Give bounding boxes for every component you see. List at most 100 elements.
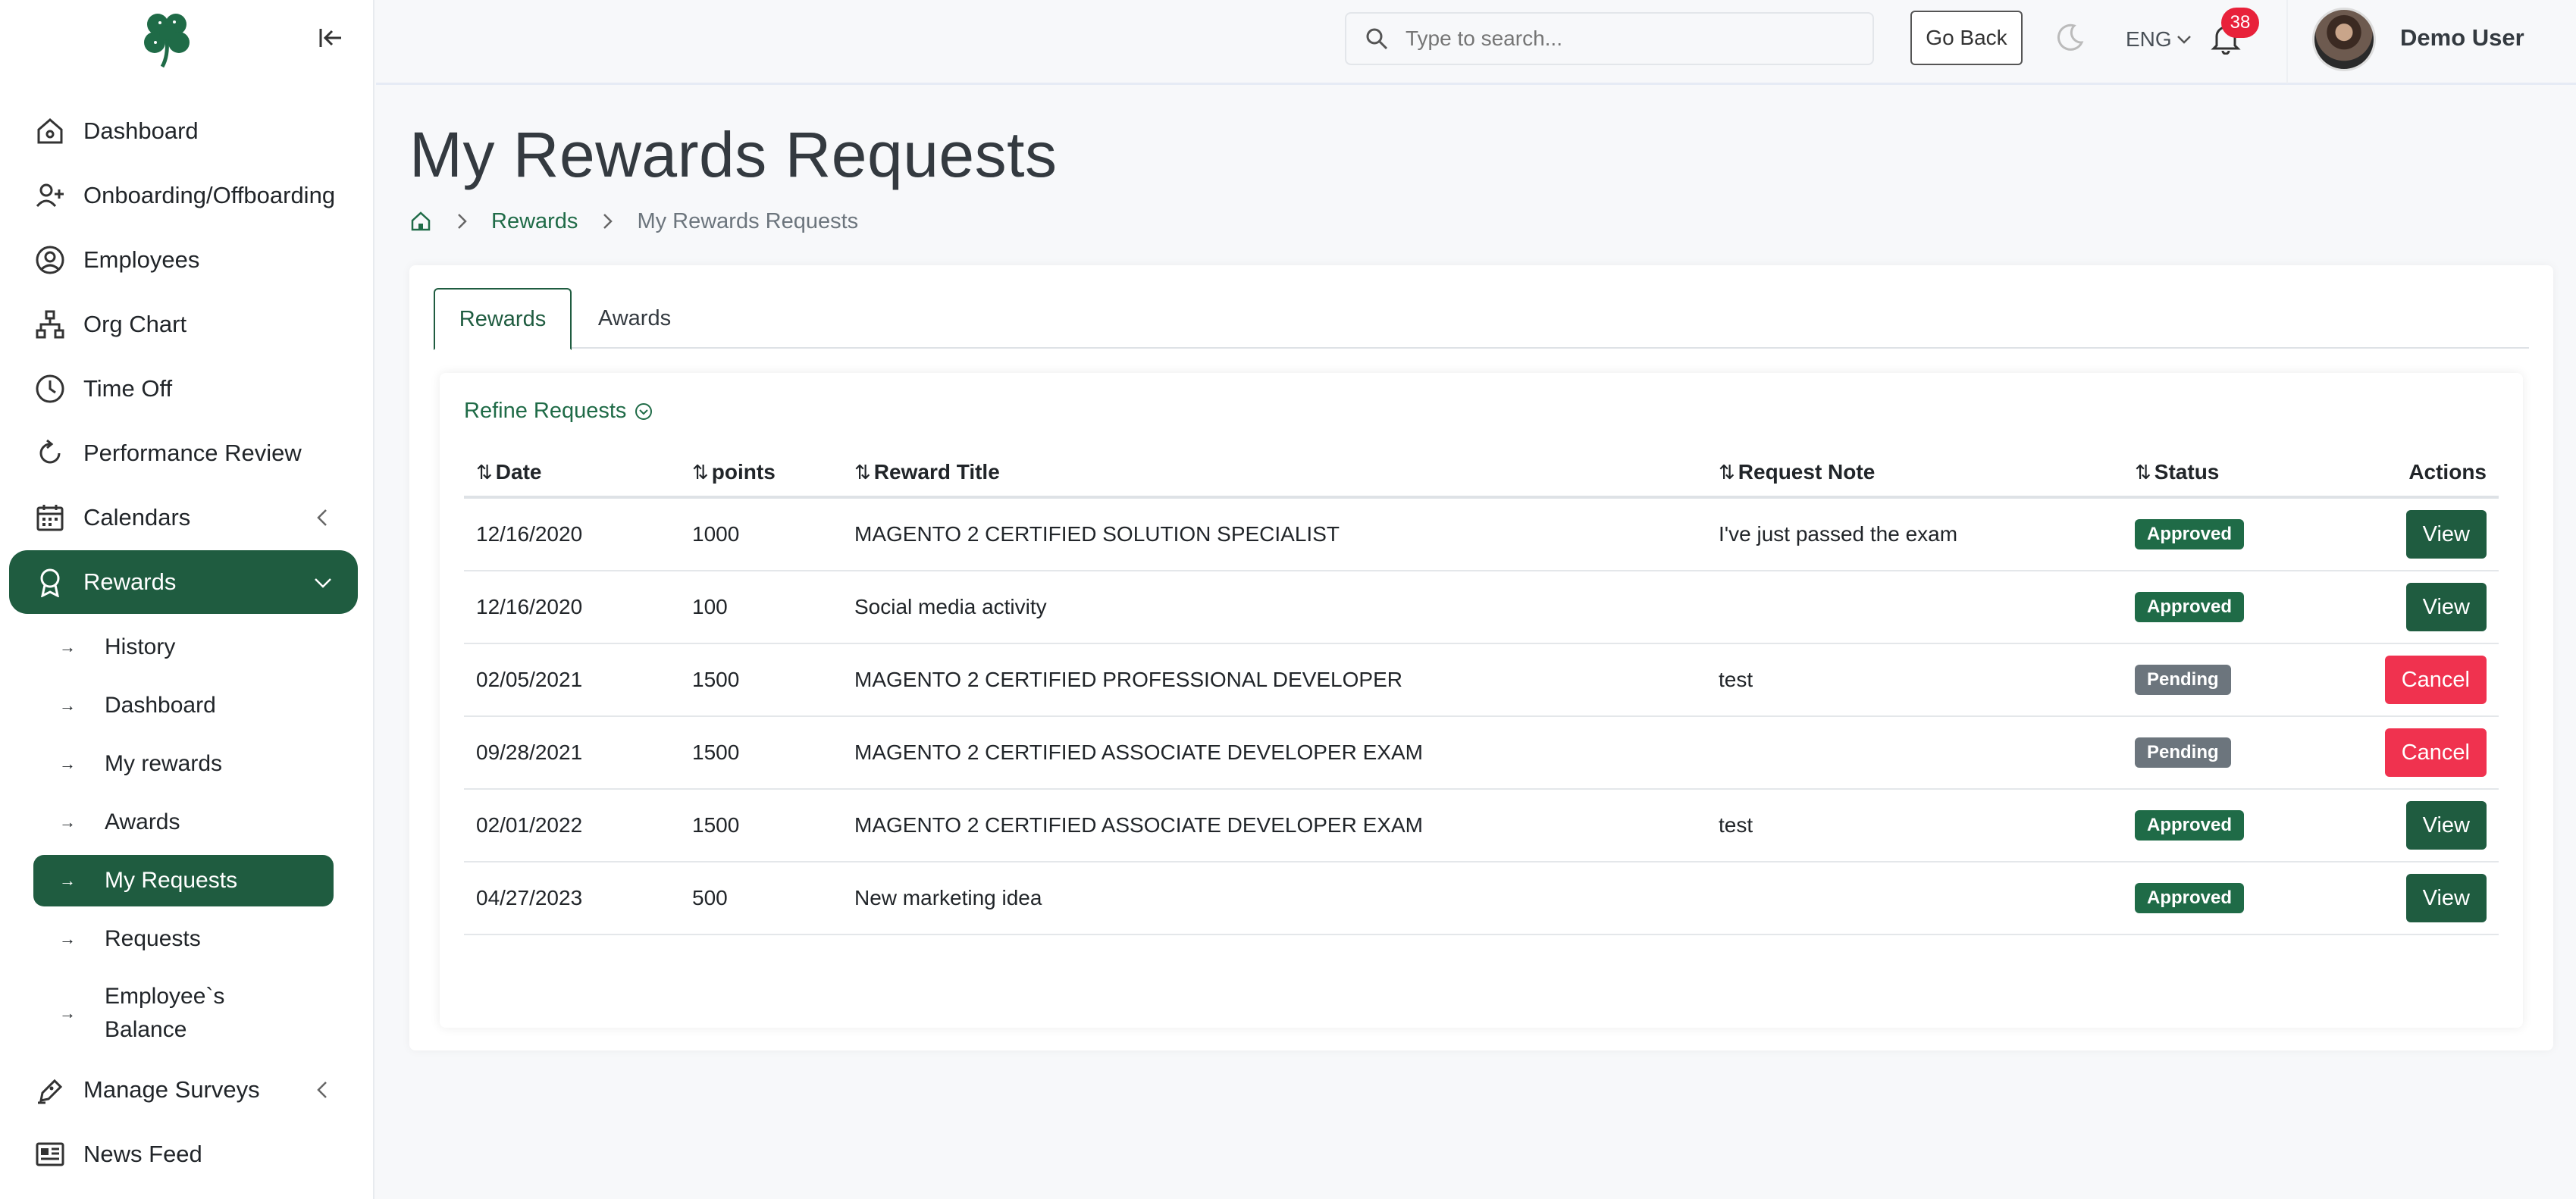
view-button[interactable]: View bbox=[2405, 801, 2487, 850]
sidebar-subitem-label: Awards bbox=[105, 809, 180, 834]
sort-icon: ⇅ bbox=[692, 460, 709, 484]
sidebar-subitem-dashboard[interactable]: → Dashboard bbox=[33, 680, 334, 731]
sidebar-subitem-my-requests[interactable]: → My Requests bbox=[33, 855, 334, 906]
avatar[interactable] bbox=[2312, 8, 2376, 71]
language-selector[interactable]: ENG bbox=[2126, 24, 2193, 55]
newspaper-icon bbox=[33, 1138, 67, 1171]
home-icon bbox=[33, 114, 67, 148]
cell-points: 500 bbox=[692, 886, 728, 909]
cell-actions: View bbox=[2405, 862, 2487, 934]
sort-points-header[interactable]: ⇅ points bbox=[692, 449, 776, 496]
sidebar-item-label: Manage Surveys bbox=[83, 1076, 260, 1103]
search-icon bbox=[1366, 28, 1388, 50]
sidebar-subitem-my-rewards[interactable]: → My rewards bbox=[33, 738, 334, 790]
cell-date: 02/05/2021 bbox=[476, 668, 583, 691]
sort-note-header[interactable]: ⇅ Request Note bbox=[1719, 449, 1875, 496]
table-row: 09/28/2021 1500 MAGENTO 2 CERTIFIED ASSO… bbox=[464, 717, 2499, 790]
view-button[interactable]: View bbox=[2405, 874, 2487, 922]
sidebar-item-rewards[interactable]: Rewards bbox=[9, 550, 358, 614]
refine-requests-toggle[interactable]: Refine Requests bbox=[464, 399, 653, 424]
user-plus-icon bbox=[33, 179, 67, 212]
sort-date-header[interactable]: ⇅ Date bbox=[476, 449, 542, 496]
cancel-button[interactable]: Cancel bbox=[2384, 728, 2487, 777]
sidebar-item-performance-review[interactable]: Performance Review bbox=[9, 421, 358, 485]
cell-date: 12/16/2020 bbox=[476, 522, 583, 546]
actions-header: Actions bbox=[2408, 460, 2487, 484]
sidebar-subitem-label: Requests bbox=[105, 926, 201, 951]
sidebar-item-label: Onboarding/Offboarding bbox=[83, 182, 336, 208]
sidebar-subitem-awards[interactable]: → Awards bbox=[33, 797, 334, 848]
language-label: ENG bbox=[2126, 27, 2172, 51]
dark-mode-moon-icon[interactable] bbox=[2054, 23, 2085, 53]
sidebar-subitem-requests[interactable]: → Requests bbox=[33, 913, 334, 965]
table-row: 02/05/2021 1500 MAGENTO 2 CERTIFIED PROF… bbox=[464, 644, 2499, 717]
go-back-button[interactable]: Go Back bbox=[1910, 11, 2023, 65]
header-label: Request Note bbox=[1738, 460, 1876, 484]
award-icon bbox=[33, 565, 67, 599]
sidebar-subitem-label: My Requests bbox=[105, 868, 238, 893]
sidebar-item-onboarding[interactable]: Onboarding/Offboarding bbox=[9, 164, 358, 227]
user-name[interactable]: Demo User bbox=[2400, 24, 2524, 52]
chevron-left-icon bbox=[317, 1082, 327, 1098]
page-title: My Rewards Requests bbox=[409, 119, 1058, 190]
clover-logo-icon[interactable] bbox=[135, 6, 199, 70]
view-button[interactable]: View bbox=[2405, 583, 2487, 631]
cancel-button[interactable]: Cancel bbox=[2384, 656, 2487, 704]
arrow-right-icon: → bbox=[59, 871, 76, 890]
status-badge: Approved bbox=[2135, 810, 2245, 841]
chevron-right-icon bbox=[603, 214, 613, 229]
sidebar-item-employees[interactable]: Employees bbox=[9, 228, 358, 292]
sidebar-item-time-off[interactable]: Time Off bbox=[9, 357, 358, 421]
home-icon[interactable] bbox=[409, 210, 432, 233]
breadcrumb-rewards-link[interactable]: Rewards bbox=[491, 209, 578, 234]
sidebar-item-label: Calendars bbox=[83, 504, 191, 531]
search-input[interactable] bbox=[1406, 27, 1845, 51]
sidebar-item-label: Performance Review bbox=[83, 440, 302, 466]
sidebar-item-news-feed[interactable]: News Feed bbox=[9, 1122, 358, 1186]
sidebar-subitem-employee-balance[interactable]: → Employee`s Balance bbox=[33, 978, 334, 1049]
sidebar-subitem-label: History bbox=[105, 634, 176, 659]
cell-title: MAGENTO 2 CERTIFIED PROFESSIONAL DEVELOP… bbox=[854, 668, 1402, 691]
cell-status: Approved bbox=[2135, 862, 2245, 934]
cell-date: 12/16/2020 bbox=[476, 595, 583, 618]
pen-icon bbox=[33, 1073, 67, 1107]
collapse-sidebar-button[interactable] bbox=[314, 23, 349, 53]
refine-requests-label: Refine Requests bbox=[464, 399, 627, 423]
content-card: Rewards Awards Refine Requests ⇅ Date ⇅ po… bbox=[409, 265, 2553, 1050]
search-box[interactable] bbox=[1345, 12, 1874, 65]
cell-status: Approved bbox=[2135, 571, 2245, 643]
sidebar-item-calendars[interactable]: Calendars bbox=[9, 486, 358, 549]
sort-title-header[interactable]: ⇅ Reward Title bbox=[854, 449, 1000, 496]
sidebar-item-label: News Feed bbox=[83, 1141, 202, 1167]
tab-awards[interactable]: Awards bbox=[572, 288, 697, 349]
cell-status: Pending bbox=[2135, 644, 2231, 715]
sidebar-item-dashboard[interactable]: Dashboard bbox=[9, 99, 358, 163]
cell-status: Approved bbox=[2135, 790, 2245, 861]
header-divider bbox=[2286, 0, 2288, 83]
arrow-right-icon: → bbox=[59, 696, 76, 715]
arrow-right-icon: → bbox=[59, 754, 76, 773]
sort-icon: ⇅ bbox=[854, 460, 871, 484]
sidebar-subitem-history[interactable]: → History bbox=[33, 621, 334, 673]
sort-status-header[interactable]: ⇅ Status bbox=[2135, 449, 2219, 496]
requests-panel: Refine Requests ⇅ Date ⇅ points ⇅ Reward Ti… bbox=[440, 373, 2523, 1028]
sidebar-subitem-label: My rewards bbox=[105, 751, 223, 776]
notification-count-badge: 38 bbox=[2221, 8, 2259, 38]
org-chart-icon bbox=[33, 308, 67, 341]
sidebar-item-manage-surveys[interactable]: Manage Surveys bbox=[9, 1058, 358, 1122]
chevron-circle-down-icon bbox=[635, 402, 653, 420]
sidebar-item-org-chart[interactable]: Org Chart bbox=[9, 293, 358, 356]
tab-rewards[interactable]: Rewards bbox=[434, 288, 572, 350]
status-badge: Approved bbox=[2135, 519, 2245, 549]
cell-points: 100 bbox=[692, 595, 728, 618]
view-button[interactable]: View bbox=[2405, 510, 2487, 559]
cell-title: New marketing idea bbox=[854, 886, 1042, 909]
calendar-icon bbox=[33, 501, 67, 534]
cell-title: MAGENTO 2 CERTIFIED SOLUTION SPECIALIST bbox=[854, 522, 1340, 546]
cell-points: 1000 bbox=[692, 522, 740, 546]
cell-points: 1500 bbox=[692, 668, 740, 691]
chevron-right-icon bbox=[458, 214, 467, 229]
requests-table: ⇅ Date ⇅ points ⇅ Reward Title ⇅ Request Not… bbox=[464, 449, 2499, 935]
sort-icon: ⇅ bbox=[2135, 460, 2151, 484]
sidebar: Dashboard Onboarding/Offboarding Employe… bbox=[0, 0, 374, 1199]
